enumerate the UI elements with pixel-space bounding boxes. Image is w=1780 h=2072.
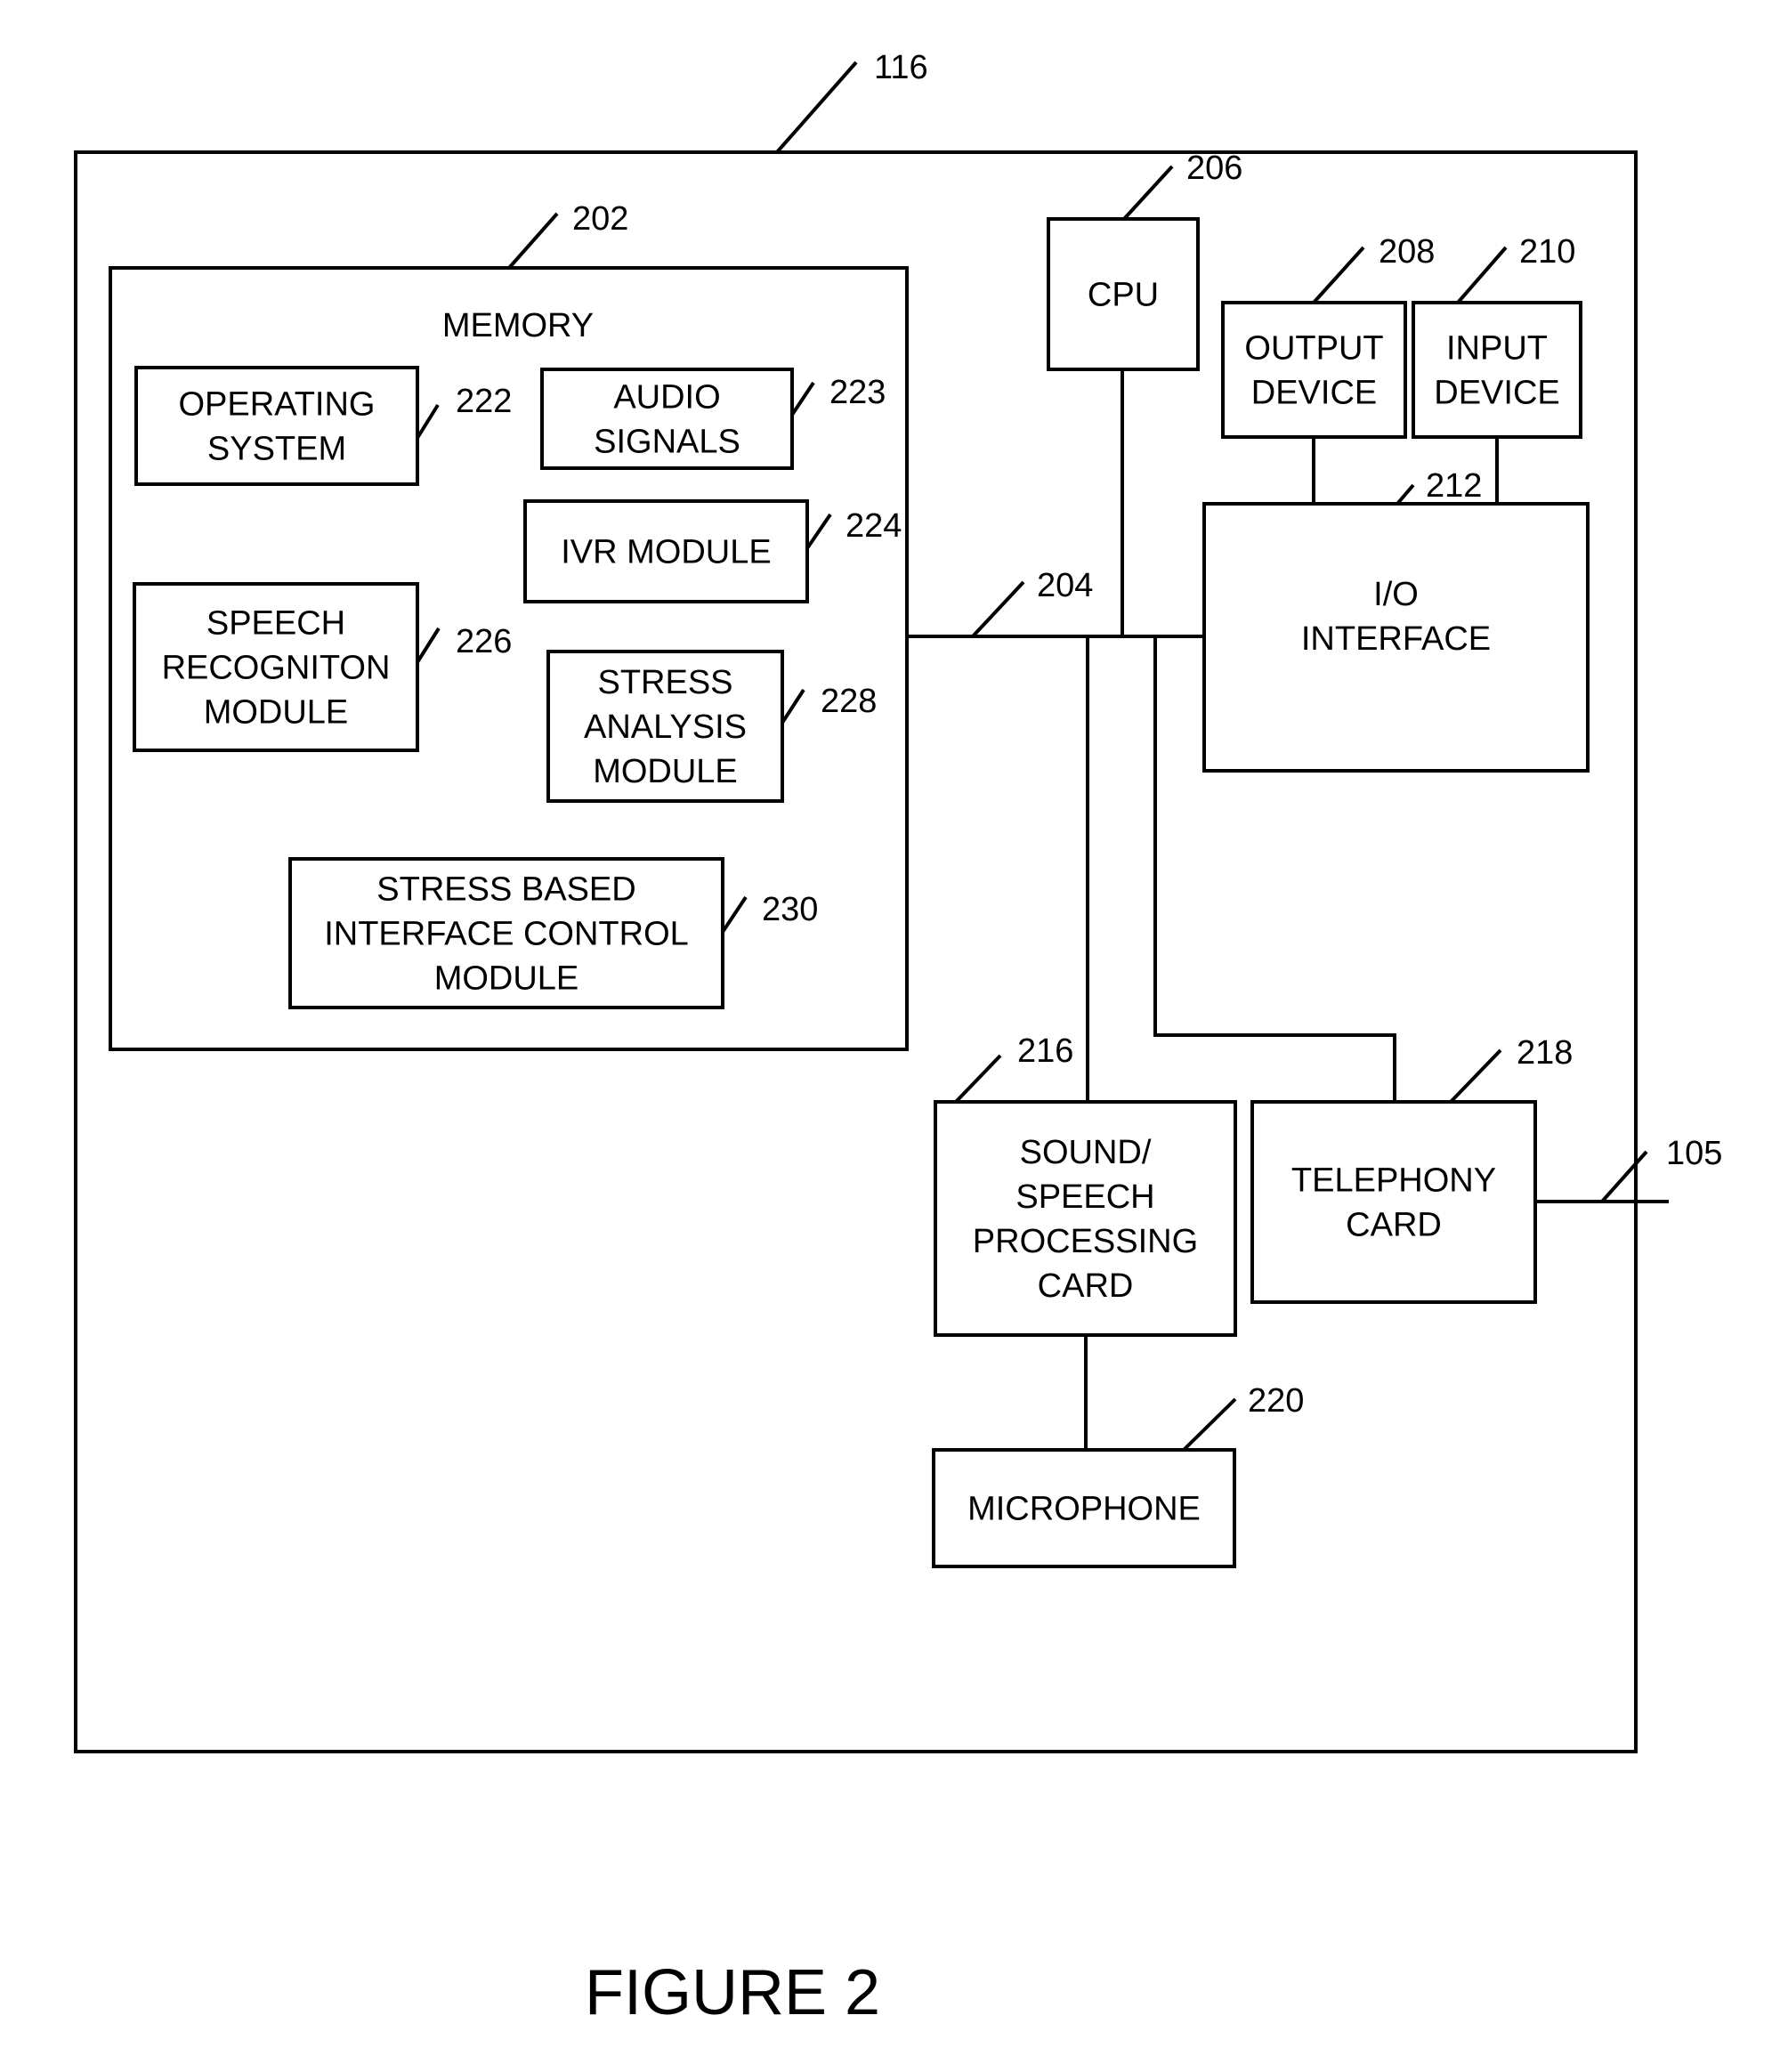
microphone-label-line: MICROPHONE <box>967 1491 1201 1528</box>
stress-control-label-line: INTERFACE CONTROL <box>324 916 689 953</box>
leader-220 <box>1182 1397 1237 1452</box>
ref-202: 202 <box>572 200 628 238</box>
leader-222 <box>416 403 440 440</box>
leader-230 <box>721 895 748 934</box>
leader-218 <box>1449 1048 1502 1104</box>
os-label-line: OPERATING <box>179 386 376 424</box>
leader-212 <box>1396 483 1415 506</box>
stress-analysis-label-line: STRESS <box>597 664 732 701</box>
os-label-line: SYSTEM <box>207 431 346 468</box>
memory-label: MEMORY <box>442 307 594 344</box>
block-diagram: 116 MEMORY 202 204 105 OPERATING SYSTEM 22… <box>74 49 1722 2028</box>
speech-rec-label-line: RECOGNITON <box>162 650 391 687</box>
output-label-line: OUTPUT <box>1244 330 1383 368</box>
stress-analysis-label-line: MODULE <box>593 753 738 790</box>
telephony-box <box>1250 1100 1537 1304</box>
speech-rec-label-line: MODULE <box>204 694 349 732</box>
ref-212: 212 <box>1426 467 1482 505</box>
input-box <box>1412 301 1582 439</box>
io-label-line: INTERFACE <box>1301 620 1491 658</box>
audio-label-line: SIGNALS <box>594 424 740 461</box>
leader-204 <box>971 580 1025 638</box>
ref-224: 224 <box>846 507 902 545</box>
ref-116: 116 <box>874 49 928 86</box>
ref-226: 226 <box>456 623 512 660</box>
sound-label-line: SPEECH <box>1015 1178 1154 1216</box>
ref-230: 230 <box>762 891 818 928</box>
leader-208 <box>1312 246 1365 304</box>
ref-208: 208 <box>1379 233 1435 271</box>
leader-216 <box>954 1054 1002 1104</box>
leader-116 <box>775 61 858 154</box>
output-box <box>1221 301 1407 439</box>
telephony-label-line: CARD <box>1346 1207 1442 1244</box>
audio-label-line: AUDIO <box>613 379 720 417</box>
speech-rec-label-line: SPEECH <box>206 605 345 643</box>
telephony-label-line: TELEPHONY <box>1291 1162 1496 1200</box>
leader-206 <box>1122 165 1174 221</box>
ivr-label-line: IVR MODULE <box>561 534 771 571</box>
ref-218: 218 <box>1517 1034 1573 1072</box>
ref-204: 204 <box>1037 567 1093 604</box>
io-label-line: I/O <box>1373 576 1419 613</box>
ref-210: 210 <box>1519 233 1575 271</box>
output-label-line: DEVICE <box>1251 375 1377 412</box>
leader-210 <box>1456 246 1508 304</box>
ref-216: 216 <box>1017 1032 1073 1070</box>
leader-226 <box>416 627 441 664</box>
ref-105: 105 <box>1666 1135 1722 1172</box>
cpu-label-line: CPU <box>1088 277 1159 314</box>
leader-228 <box>781 688 805 724</box>
input-label-line: DEVICE <box>1434 375 1559 412</box>
input-label-line: INPUT <box>1446 330 1548 368</box>
ref-222: 222 <box>456 383 512 420</box>
ref-220: 220 <box>1248 1382 1304 1420</box>
stress-control-label-line: STRESS BASED <box>376 871 635 909</box>
leader-223 <box>790 381 815 417</box>
stress-control-label-line: MODULE <box>434 960 579 998</box>
ref-206: 206 <box>1186 150 1242 187</box>
leader-202 <box>507 212 559 270</box>
telephony-bus-link <box>1153 636 1396 1102</box>
stress-analysis-label-line: ANALYSIS <box>584 708 747 746</box>
sound-label-line: PROCESSING <box>973 1223 1198 1260</box>
sound-label-line: CARD <box>1038 1267 1134 1305</box>
figure-caption: FIGURE 2 <box>585 1957 880 2028</box>
ref-223: 223 <box>829 374 886 411</box>
leader-224 <box>805 513 832 550</box>
sound-label-line: SOUND/ <box>1020 1134 1152 1171</box>
ref-228: 228 <box>821 683 877 720</box>
leader-105 <box>1600 1150 1648 1203</box>
